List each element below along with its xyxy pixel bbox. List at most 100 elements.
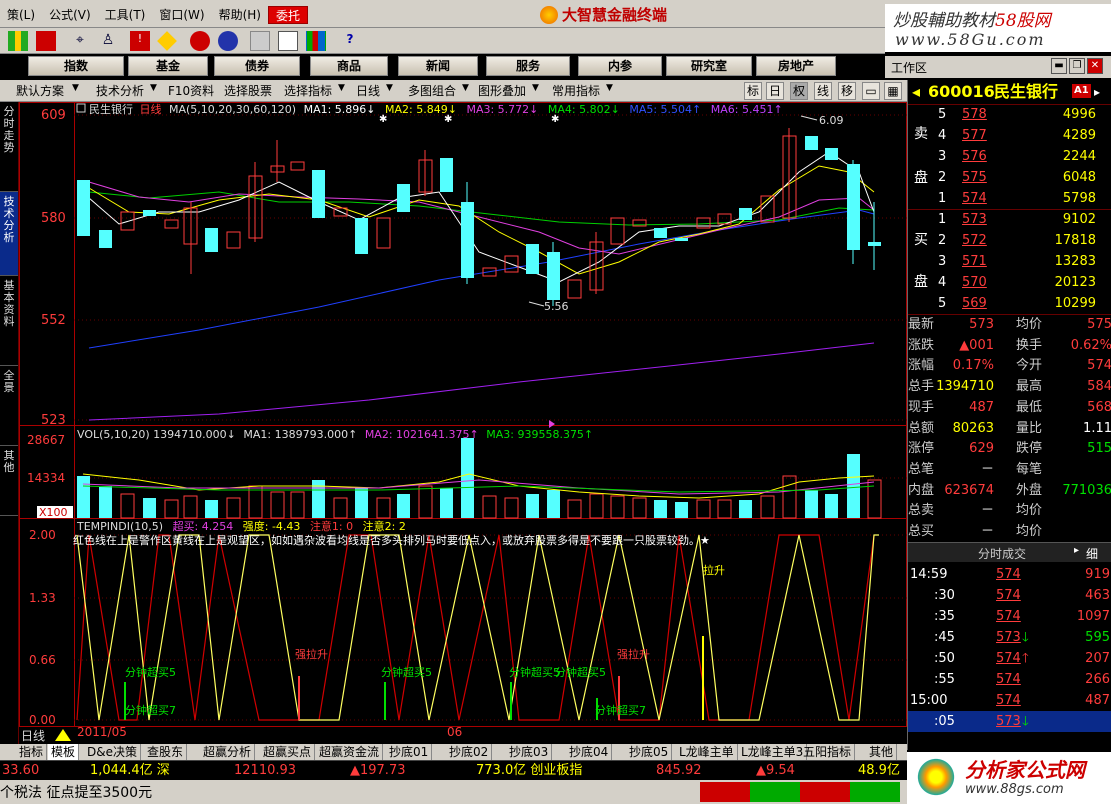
flag-icon[interactable] — [8, 31, 28, 51]
tab-tech-analysis[interactable]: 技术分析 — [96, 82, 144, 100]
sidebar-tab-other[interactable]: 其他 — [0, 446, 18, 516]
document-icon[interactable] — [250, 31, 270, 51]
grid-icon[interactable]: ▦ — [884, 82, 902, 100]
legend-box-icon[interactable] — [76, 103, 86, 113]
nav-realestate-button[interactable]: 房地产 — [756, 56, 836, 76]
tab-overlay[interactable]: 图形叠加 — [478, 82, 526, 100]
nav-news-button[interactable]: 新闻 — [398, 56, 478, 76]
menu-help[interactable]: 帮助(H) — [212, 6, 268, 24]
trade-time: :55 — [934, 672, 955, 687]
tab-decision[interactable]: D&e决策 — [84, 744, 141, 760]
btn-day[interactable]: 日 — [766, 82, 784, 100]
alert-icon[interactable]: ! — [130, 31, 150, 51]
tab-f10[interactable]: F10资料 — [168, 82, 214, 100]
chevron-down-icon[interactable]: ▼ — [606, 83, 616, 97]
sidebar-tab-fundamentals[interactable]: 基本资料 — [0, 276, 18, 366]
binoculars-icon[interactable]: ⌖ — [70, 31, 90, 51]
nav-insider-button[interactable]: 内参 — [578, 56, 662, 76]
layout-icon[interactable]: ▭ — [862, 82, 880, 100]
chevron-down-icon[interactable]: ▼ — [150, 83, 160, 97]
tab-five-yang[interactable]: 五阳指标 — [800, 744, 856, 760]
restore-icon[interactable]: ❐ — [1069, 58, 1085, 74]
nav-research-button[interactable]: 研究室 — [666, 56, 752, 76]
tab-dragon-main[interactable]: L龙峰主单 — [676, 744, 738, 760]
bid-row[interactable]: 1 573 9102 — [908, 209, 1111, 230]
tab-holders[interactable]: 查股东 — [144, 744, 188, 760]
diamond-icon[interactable] — [157, 31, 177, 51]
tab-default-scheme[interactable]: 默认方案 — [16, 82, 64, 100]
tab-indicator[interactable]: 指标 — [16, 744, 48, 760]
btn-rights[interactable]: 权 — [790, 82, 808, 100]
nav-service-button[interactable]: 服务 — [486, 56, 570, 76]
vol-unit-label: X100 — [39, 506, 68, 519]
bid-row[interactable]: 4 570 20123 — [908, 272, 1111, 293]
tab-select-stock[interactable]: 选择股票 — [224, 82, 272, 100]
flag2-icon[interactable] — [36, 31, 56, 51]
bid-row[interactable]: 5 569 10299 — [908, 293, 1111, 314]
ask-row[interactable]: 2 575 6048 — [908, 167, 1111, 188]
menu-formula[interactable]: 公式(V) — [42, 6, 98, 24]
ask-row[interactable]: 1 574 5798 — [908, 188, 1111, 209]
tab-select-indicator[interactable]: 选择指标 — [284, 82, 332, 100]
chevron-down-icon[interactable]: ▼ — [338, 83, 348, 97]
tab-template[interactable]: 模板 — [48, 744, 80, 760]
play-icon[interactable]: ▸ — [1074, 545, 1079, 556]
blue-circle-icon[interactable] — [218, 31, 238, 51]
menu-trade[interactable]: 委托 — [267, 6, 308, 24]
tab-bottom-01[interactable]: 抄底01 — [386, 744, 433, 760]
tab-dragon-main-3[interactable]: L龙峰主单3 — [738, 744, 808, 760]
sidebar-tab-intraday[interactable]: 分时走势 — [0, 102, 18, 192]
tab-daily[interactable]: 日线 — [356, 82, 380, 100]
help-cursor-icon[interactable]: ? — [340, 31, 360, 51]
chevron-down-icon[interactable]: ▼ — [72, 83, 82, 97]
minimize-icon[interactable]: ▬ — [1051, 58, 1067, 74]
expand-icon[interactable]: ▸ — [1094, 80, 1100, 104]
vol-ma3-line — [82, 485, 875, 493]
chart-area[interactable]: 609 580 552 523 民生银行 日线 MA(5,10,20,30,60… — [19, 102, 907, 744]
volume-bar — [77, 476, 90, 518]
tab-bottom-03[interactable]: 抄底03 — [506, 744, 553, 760]
nav-index-button[interactable]: 指数 — [28, 56, 124, 76]
bid-row[interactable]: 2 572 17818 — [908, 230, 1111, 251]
nav-commodity-button[interactable]: 商品 — [310, 56, 388, 76]
volume-bar — [526, 494, 539, 518]
menu-strategy[interactable]: 策(L) — [0, 6, 42, 24]
ask-row[interactable]: 3 576 2244 — [908, 146, 1111, 167]
quote-arrow-icon[interactable]: ◂ — [912, 80, 920, 104]
svg-text:民生银行 日线 MA(5,10,20,30,: 民生银行 日线 MA(5,10,20,30,60,120) MA1: 5.896… — [89, 102, 783, 116]
nav-fund-button[interactable]: 基金 — [128, 56, 208, 76]
circle-icon[interactable] — [190, 31, 210, 51]
ask-row[interactable]: 4 577 4289 — [908, 125, 1111, 146]
status-message[interactable]: 个税法 征点提至3500元 — [0, 782, 152, 802]
nav-bond-button[interactable]: 债券 — [214, 56, 300, 76]
trade-header-label[interactable]: 分时成交 — [978, 545, 1026, 562]
trade-detail-button[interactable]: 细 — [1086, 545, 1098, 562]
period-toggle-label[interactable]: 日线 — [21, 729, 45, 743]
tab-bottom-04[interactable]: 抄底04 — [566, 744, 613, 760]
btn-line[interactable]: 线 — [814, 82, 832, 100]
tab-other[interactable]: 其他 — [866, 744, 898, 760]
menu-window[interactable]: 窗口(W) — [152, 6, 211, 24]
btn-mark[interactable]: 标 — [744, 82, 762, 100]
tab-super-analysis[interactable]: 超赢分析 — [200, 744, 256, 760]
bid-row[interactable]: 3 571 13283 — [908, 251, 1111, 272]
tab-multi-chart[interactable]: 多图组合 — [408, 82, 456, 100]
tab-bottom-05[interactable]: 抄底05 — [626, 744, 673, 760]
sidebar-tab-overview[interactable]: 全景 — [0, 366, 18, 446]
ask-row[interactable]: 5 578 4996 — [908, 104, 1111, 125]
tab-bottom-02[interactable]: 抄底02 — [446, 744, 493, 760]
chevron-down-icon[interactable]: ▼ — [462, 83, 472, 97]
bars-icon[interactable] — [306, 31, 326, 51]
sidebar-tab-tech[interactable]: 技术分析 — [0, 192, 18, 276]
tab-super-flow[interactable]: 超赢资金流 — [316, 744, 384, 760]
tab-common-indicators[interactable]: 常用指标 — [552, 82, 600, 100]
close-icon[interactable]: ✕ — [1087, 58, 1103, 74]
chevron-down-icon[interactable]: ▼ — [386, 83, 396, 97]
menu-tools[interactable]: 工具(T) — [98, 6, 153, 24]
chevron-down-icon[interactable]: ▼ — [532, 83, 542, 97]
tab-super-buy[interactable]: 超赢买点 — [260, 744, 316, 760]
trade-row: :35 574 1097 — [908, 606, 1111, 627]
btn-move[interactable]: 移 — [838, 82, 856, 100]
people-icon[interactable]: ♙ — [98, 31, 118, 51]
window-icon[interactable] — [278, 31, 298, 51]
